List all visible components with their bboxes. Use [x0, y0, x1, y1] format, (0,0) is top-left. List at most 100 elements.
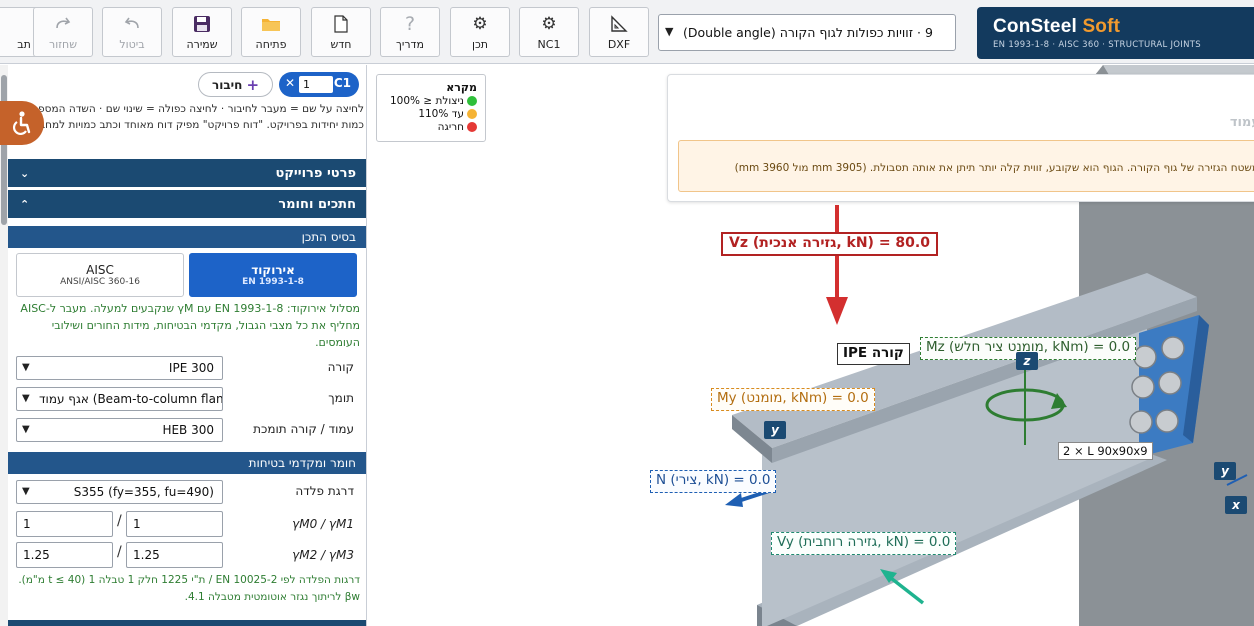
guide-button-label: מדריך: [395, 38, 425, 51]
redo-button[interactable]: שחזור: [33, 7, 93, 57]
gear-icon: ⚙: [541, 14, 557, 34]
axis-z-tag: z: [1016, 352, 1038, 370]
save-button-label: שמירה: [186, 38, 218, 51]
vy-load-label[interactable]: Vy (גזירה רוחבית, kN) = 0.0: [771, 532, 957, 555]
connection-chip[interactable]: C1 1 ✕: [279, 72, 359, 97]
material-header: חומר ומקדמי בטיחות: [8, 452, 366, 474]
redo-button-label: שחזור: [49, 38, 77, 51]
partial-button-label: תב: [17, 38, 31, 51]
connection-id[interactable]: C1: [334, 76, 351, 90]
preset-select[interactable]: ▼ 9 · זוויות כפולות לגוף הקורה (Double a…: [658, 14, 956, 51]
gamma-m2-m3-label: γM2 / γM3: [292, 548, 354, 562]
chevron-down-icon: ⌄: [20, 166, 30, 180]
legend-item-warn: עד 110%: [385, 108, 477, 120]
gear-icon: ⚙: [472, 14, 488, 34]
section-project-details[interactable]: פרטי פרוייקט ⌄: [8, 159, 366, 187]
standard-eurocode-label: אירוקוד: [251, 263, 295, 277]
column-tag: עמוד: [1190, 115, 1254, 131]
design-route-note: מסלול אירוקוד: EN 1993-1-8 עם γM שנקבעים…: [20, 302, 360, 349]
save-button[interactable]: שמירה: [172, 7, 232, 57]
axis-y-tag-right: y: [1214, 462, 1236, 480]
column-label: עמוד / קורה תומכת: [253, 422, 354, 436]
chevron-up-icon: ⌃: [20, 197, 30, 211]
content-button-label: תכן: [471, 38, 489, 51]
vz-load-label[interactable]: Vz (גזירה אנכית, kN) = 80.0: [721, 232, 938, 256]
accessibility-icon: [12, 111, 31, 136]
legend-title: מקרא: [446, 81, 477, 94]
axis-x-tag: x: [1225, 496, 1247, 514]
floppy-disk-icon: [191, 13, 213, 35]
n-load-label[interactable]: N (צירי, kN) = 0.0: [650, 470, 777, 493]
open-button[interactable]: פתיחה: [241, 7, 301, 57]
partial-icon: [7, 13, 29, 35]
toolbar: תב שחזור ביטול שמירה פתיחה חדש ? מדריך ⚙…: [0, 0, 1254, 64]
steel-grade-row: דרגת פלדה ▼ S355 (fy=355, fu=490): [16, 480, 362, 504]
angle-section-label: 2 × L 90x90x9: [1058, 442, 1153, 460]
gamma-m0-m1-label: γM0 / γM1: [292, 517, 354, 531]
next-section-header[interactable]: [8, 620, 366, 626]
beam-select[interactable]: ▼ IPE 300: [16, 356, 223, 380]
standard-aisc-button[interactable]: AISC ANSI/AISC 360-16: [16, 253, 184, 297]
gamma-m0-input[interactable]: 1: [16, 511, 113, 537]
brand-subtitle: EN 1993-1-8 · AISC 360 · STRUCTURAL JOIN…: [993, 40, 1201, 50]
section-sections-material[interactable]: חתכים וחומר ⌃: [8, 190, 366, 218]
gamma-m2-m3-row: 1.25 / 1.25 γM2 / γM3: [16, 542, 362, 568]
undo-button-label: ביטול: [119, 38, 145, 51]
gamma-m2-input[interactable]: 1.25: [16, 542, 113, 568]
plus-icon: +: [246, 75, 260, 94]
support-row: תומך ▼ אגף עמוד (Beam-to-column flange): [16, 387, 362, 411]
beam-row: קורה ▼ IPE 300: [16, 356, 362, 380]
new-file-icon: [330, 13, 352, 35]
add-connection-button[interactable]: + חיבור: [198, 72, 273, 97]
add-connection-label: חיבור: [211, 77, 243, 92]
legend-item-fail: חריגה: [385, 121, 477, 133]
connections-hint: לחיצה על שם = מעבר לחיבור · לחיצה כפולה …: [17, 103, 364, 131]
connection-quantity-input[interactable]: 1: [299, 76, 333, 93]
standard-aisc-label: AISC: [86, 263, 114, 277]
new-button[interactable]: חדש: [311, 7, 371, 57]
steel-grade-label: דרגת פלדה: [295, 484, 354, 498]
folder-icon: [260, 13, 282, 35]
standard-eurocode-button[interactable]: אירוקוד EN 1993-1-8: [189, 253, 357, 297]
chevron-down-icon: ▼: [22, 362, 30, 373]
legend-green-dot: [467, 96, 477, 106]
legend: מקרא ניצולת ≤ 100% עד 110% חריגה: [376, 74, 486, 142]
content-button[interactable]: ⚙ תכן: [450, 7, 510, 57]
brand-logo: ConSteel Soft EN 1993-1-8 · AISC 360 · S…: [977, 7, 1254, 59]
chevron-down-icon: ▼: [22, 486, 30, 497]
gamma-m3-input[interactable]: 1.25: [126, 542, 223, 568]
column-select-value: HEB 300: [162, 423, 214, 437]
steel-grade-value: S355 (fy=355, fu=490): [73, 485, 214, 499]
dxf-button-label: DXF: [607, 38, 631, 51]
dxf-button[interactable]: DXF: [589, 7, 649, 57]
gamma-separator: /: [117, 544, 122, 560]
accessibility-button[interactable]: [0, 101, 44, 145]
gamma-m1-input[interactable]: 1: [126, 511, 223, 537]
gamma-m0-m1-row: 1 / 1 γM0 / γM1: [16, 511, 362, 537]
close-icon[interactable]: ✕: [285, 76, 295, 90]
standard-aisc-sub: ANSI/AISC 360-16: [60, 277, 140, 287]
nc1-button-label: NC1: [537, 38, 561, 51]
axis-y-tag: y: [764, 421, 786, 439]
brand-name: ConSteel Soft: [993, 16, 1121, 37]
redo-icon: [52, 13, 74, 35]
guide-button[interactable]: ? מדריך: [380, 7, 440, 57]
nc1-button[interactable]: ⚙ NC1: [519, 7, 579, 57]
tooltip-message-text: משטח הגזירה של גוף הקורה. הגוף הוא שקובע…: [734, 162, 1254, 174]
gamma-separator: /: [117, 513, 122, 529]
column-row: עמוד / קורה תומכת ▼ HEB 300: [16, 418, 362, 442]
undo-button[interactable]: ביטול: [102, 7, 162, 57]
open-button-label: פתיחה: [255, 38, 287, 51]
panel-scrollbar-thumb[interactable]: [1, 75, 7, 225]
chevron-down-icon: ▼: [665, 25, 674, 38]
question-icon: ?: [404, 13, 416, 35]
column-select[interactable]: ▼ HEB 300: [16, 418, 223, 442]
steel-grade-select[interactable]: ▼ S355 (fy=355, fu=490): [16, 480, 223, 504]
legend-orange-dot: [467, 109, 477, 119]
my-load-label[interactable]: My (מומנט, kNm) = 0.0: [711, 388, 875, 411]
undo-icon: [121, 13, 143, 35]
section-design-title: חתכים וחומר: [278, 196, 356, 212]
support-select[interactable]: ▼ אגף עמוד (Beam-to-column flange): [16, 387, 223, 411]
legend-red-dot: [467, 122, 477, 132]
beam-select-value: IPE 300: [168, 361, 214, 375]
